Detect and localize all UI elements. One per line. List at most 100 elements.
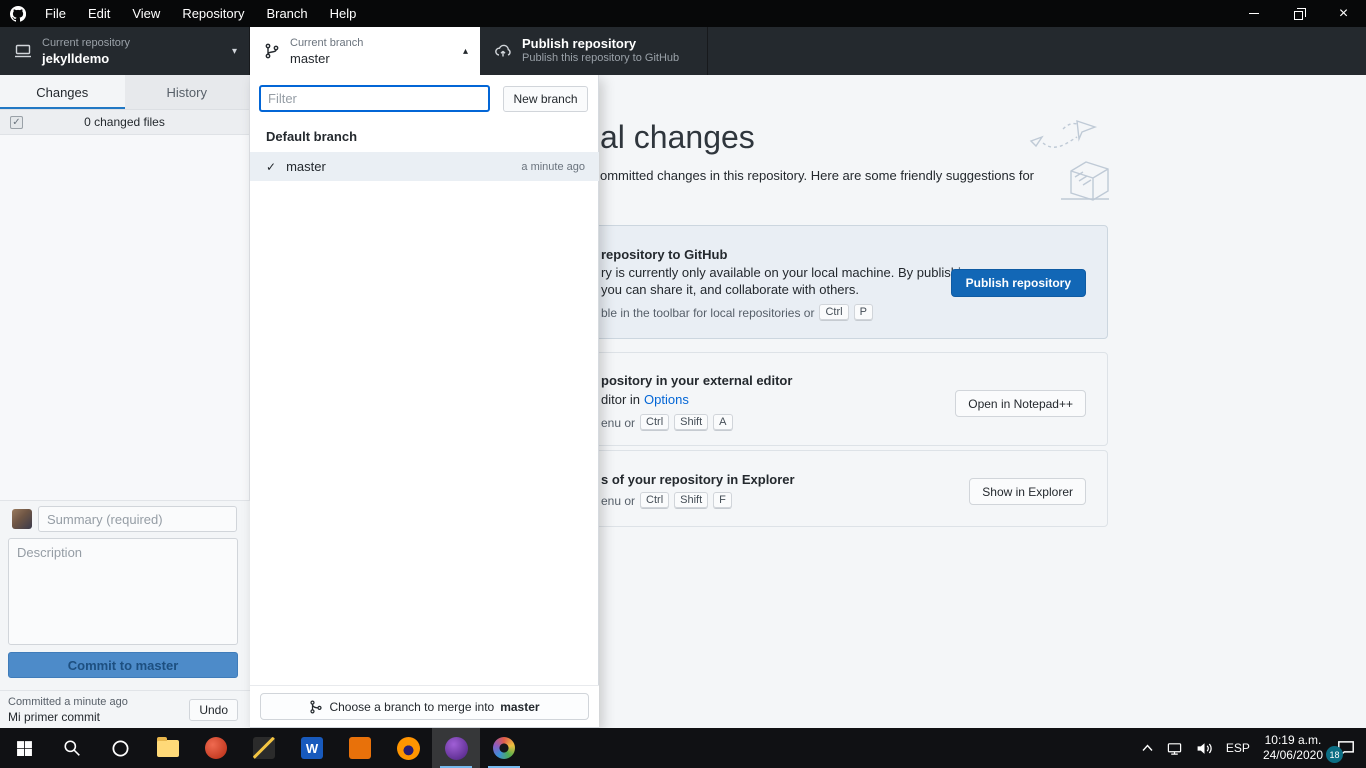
restore-icon: [1294, 11, 1303, 20]
file-explorer-icon: [157, 740, 179, 757]
last-commit-message: Mi primer commit: [8, 710, 100, 724]
card-publish-title: repository to GitHub: [601, 247, 727, 262]
commit-status-text: Committed a minute ago: [8, 696, 128, 708]
kbd-p: P: [854, 304, 873, 321]
tab-history[interactable]: History: [125, 75, 250, 109]
sidebar-tabs: Changes History: [0, 75, 249, 110]
app-icon-dark-yellow: [253, 737, 275, 759]
app-orange-button[interactable]: [336, 728, 384, 768]
publish-repository-button[interactable]: Publish repository: [951, 269, 1086, 297]
branch-dropdown-panel: New branch Default branch ✓ master a min…: [250, 75, 599, 728]
undo-button[interactable]: Undo: [189, 699, 238, 721]
publish-text: Publish repository Publish this reposito…: [522, 36, 679, 66]
select-all-checkbox[interactable]: ✓: [10, 116, 23, 129]
language-indicator[interactable]: ESP: [1226, 741, 1250, 755]
taskbar-clock[interactable]: 10:19 a.m. 24/06/2020: [1263, 733, 1323, 763]
commit-summary-input[interactable]: [38, 506, 237, 532]
word-button[interactable]: W: [288, 728, 336, 768]
app-dark-button[interactable]: [240, 728, 288, 768]
restore-button[interactable]: [1276, 0, 1321, 27]
minimize-icon: [1249, 13, 1259, 14]
firefox-button[interactable]: [384, 728, 432, 768]
card-explorer-hint: enu or Ctrl Shift F: [601, 492, 732, 509]
branch-list-item-master[interactable]: ✓ master a minute ago: [250, 152, 599, 181]
branch-text: Current branch master: [290, 36, 363, 66]
merge-button-branch: master: [500, 700, 539, 714]
changed-files-summary: 0 changed files: [84, 115, 165, 129]
computer-icon: [14, 43, 32, 59]
avatar: [12, 509, 32, 529]
action-center-button[interactable]: 18: [1336, 739, 1356, 757]
windows-logo-icon: [16, 740, 33, 757]
current-branch-dropdown[interactable]: Current branch master ▴: [250, 27, 480, 75]
check-icon: ✓: [266, 160, 276, 174]
publish-subtitle: Publish this repository to GitHub: [522, 51, 679, 66]
window-controls: ×: [1231, 0, 1366, 27]
card-explorer-title: s of your repository in Explorer: [601, 472, 795, 487]
file-explorer-button[interactable]: [144, 728, 192, 768]
word-icon: W: [301, 737, 323, 759]
merge-branch-button[interactable]: Choose a branch to merge into master: [260, 693, 589, 720]
kbd-ctrl: Ctrl: [819, 304, 848, 321]
page-title: al changes: [600, 119, 755, 156]
kbd-ctrl: Ctrl: [640, 492, 669, 509]
toolbar: Current repository jekylldemo ▾ Current …: [0, 27, 1366, 75]
sidebar: Changes History ✓ 0 changed files Commit…: [0, 75, 250, 728]
app-icon-orange: [349, 737, 371, 759]
clock-time: 10:19 a.m.: [1263, 733, 1323, 748]
kbd-shift: Shift: [674, 414, 708, 431]
menu-branch[interactable]: Branch: [255, 0, 318, 27]
suggestion-card-explorer: s of your repository in Explorer enu or …: [580, 450, 1108, 527]
changed-files-row: ✓ 0 changed files: [0, 110, 249, 135]
tab-changes[interactable]: Changes: [0, 75, 125, 109]
volume-icon[interactable]: [1196, 741, 1213, 756]
options-link[interactable]: Options: [644, 392, 689, 407]
card-publish-line2: you can share it, and collaborate with o…: [601, 282, 859, 297]
app-icon-multicolor: [493, 737, 515, 759]
app-red-button[interactable]: [192, 728, 240, 768]
commit-form: Commit to master: [0, 500, 250, 690]
menu-repository[interactable]: Repository: [171, 0, 255, 27]
repo-name: jekylldemo: [42, 51, 130, 66]
cortana-button[interactable]: [96, 728, 144, 768]
search-icon: [63, 739, 81, 757]
menu-help[interactable]: Help: [319, 0, 368, 27]
card-publish-line1: ry is currently only available on your l…: [601, 265, 975, 280]
branch-name: master: [290, 51, 363, 66]
show-in-explorer-button[interactable]: Show in Explorer: [969, 478, 1086, 505]
minimize-button[interactable]: [1231, 0, 1276, 27]
close-icon: ×: [1339, 6, 1348, 22]
app-icon-red: [205, 737, 227, 759]
menu-file[interactable]: File: [34, 0, 77, 27]
menu-edit[interactable]: Edit: [77, 0, 121, 27]
close-button[interactable]: ×: [1321, 0, 1366, 27]
current-repository-dropdown[interactable]: Current repository jekylldemo ▾: [0, 27, 250, 75]
merge-footer: Choose a branch to merge into master: [250, 685, 599, 727]
new-branch-button[interactable]: New branch: [503, 86, 588, 112]
branch-filter-input[interactable]: [259, 85, 490, 112]
open-in-editor-button[interactable]: Open in Notepad++: [955, 390, 1086, 417]
commit-button[interactable]: Commit to master: [8, 652, 238, 678]
repo-text: Current repository jekylldemo: [42, 36, 130, 66]
editor-line-text: ditor in: [601, 392, 640, 407]
github-logo-icon: [10, 6, 26, 22]
clock-date: 24/06/2020: [1263, 748, 1323, 763]
commit-description-input[interactable]: [8, 538, 238, 645]
card-editor-line: ditor in Options: [601, 392, 689, 407]
suggestion-card-publish: repository to GitHub ry is currently onl…: [580, 225, 1108, 339]
menu-view[interactable]: View: [121, 0, 171, 27]
card-editor-title: pository in your external editor: [601, 373, 792, 388]
github-desktop-taskbar-button[interactable]: [432, 728, 480, 768]
start-button[interactable]: [0, 728, 48, 768]
hint-text: enu or: [601, 416, 635, 430]
system-tray: ESP 10:19 a.m. 24/06/2020 18: [1142, 728, 1366, 768]
default-branch-label: Default branch: [266, 129, 357, 144]
network-icon[interactable]: [1166, 741, 1183, 756]
no-changes-illustration: [1025, 111, 1115, 211]
publish-repository-toolbar-button[interactable]: Publish repository Publish this reposito…: [480, 27, 708, 75]
app-multicolor-button[interactable]: [480, 728, 528, 768]
taskbar-search-button[interactable]: [48, 728, 96, 768]
branch-label: Current branch: [290, 36, 363, 51]
tray-expand-icon[interactable]: [1142, 744, 1153, 752]
page-subtitle: ommitted changes in this repository. Her…: [600, 168, 1034, 183]
